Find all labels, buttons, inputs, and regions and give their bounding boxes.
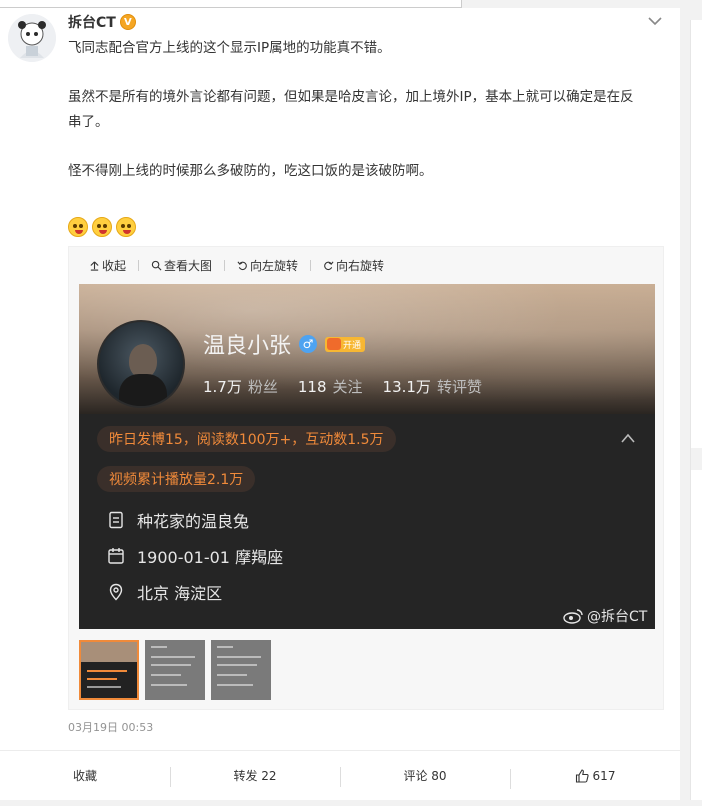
view-large-label: 查看大图 [164, 259, 213, 273]
profile-name: 温良小张 [203, 334, 292, 359]
like-count: 617 [592, 768, 616, 783]
screenshot-image[interactable]: 温良小张 ♂ 开通 1.7万 粉丝 118 关注 13.1万 转评赞 昨日发博15，阅… [79, 284, 655, 629]
thumbnail-strip [79, 640, 271, 700]
thumbnail[interactable] [211, 640, 271, 700]
info-location: 北京 海淀区 [107, 580, 222, 604]
collapse-icon [90, 261, 99, 271]
video-plays-pill: 视频累计播放量2.1万 [97, 466, 256, 492]
stat-following: 118 关注 [298, 376, 363, 397]
post-line: 飞同志配合官方上线的这个显示IP属地的功能真不错。 [68, 40, 391, 56]
post-line: 怪不得刚上线的时候那么多破防的，吃这口饭的是该破防啊。 [68, 162, 433, 179]
info-bio: 种花家的温良兔 [107, 508, 249, 532]
stat-followers: 1.7万 粉丝 [203, 376, 278, 397]
laughing-emoji-icon [92, 217, 112, 237]
post-timestamp[interactable]: 03月19日 00:53 [68, 719, 153, 735]
post-line: 虽然不是所有的境外言论都有问题，但如果是哈皮言论，加上境外IP，基本上就可以确定… [68, 89, 634, 105]
stat-num: 1.7万 [203, 378, 242, 396]
post-text: 飞同志配合官方上线的这个显示IP属地的功能真不错。 虽然不是所有的境外言论都有问… [68, 36, 668, 183]
author-name[interactable]: 拆台CT [68, 12, 116, 32]
profile-stats: 1.7万 粉丝 118 关注 13.1万 转评赞 [203, 376, 482, 397]
info-birthday: 1900-01-01 摩羯座 [107, 544, 283, 568]
toolbar-divider [224, 260, 226, 271]
comment-button[interactable]: 评论 80 [340, 767, 510, 787]
action-bar: 收藏 转发 22 评论 80 617 [0, 750, 680, 800]
view-large-button[interactable]: 查看大图 [151, 257, 212, 274]
location-pin-icon [109, 583, 123, 601]
comment-label: 评论 80 [403, 769, 447, 783]
stat-label: 粉丝 [247, 378, 278, 396]
repost-label: 转发 22 [233, 769, 277, 783]
favorite-button[interactable]: 收藏 [0, 767, 170, 784]
stat-num: 13.1万 [382, 378, 431, 396]
author-avatar[interactable] [8, 14, 56, 62]
rotate-right-label: 向右旋转 [336, 259, 385, 273]
stat-num: 118 [297, 378, 327, 396]
emoji-row [68, 217, 136, 237]
author-name-row: 拆台CT V [68, 12, 136, 32]
media-toolbar: 收起 查看大图 向左旋转 向右旋转 [89, 257, 384, 274]
rotate-right-icon [324, 261, 334, 271]
right-column-separator [691, 448, 702, 470]
collapse-button[interactable]: 收起 [89, 257, 126, 274]
toolbar-divider [310, 260, 312, 271]
favorite-label: 收藏 [72, 769, 97, 783]
thumbnail[interactable] [145, 640, 205, 700]
right-column [690, 20, 702, 800]
chevron-up-icon [621, 433, 635, 443]
top-bar [0, 0, 462, 8]
profile-avatar [97, 320, 185, 408]
rotate-left-label: 向左旋转 [250, 259, 299, 273]
thumbs-up-icon [575, 768, 589, 783]
weibo-logo-icon [563, 609, 583, 624]
like-button[interactable]: 617 [510, 768, 680, 789]
laughing-emoji-icon [116, 217, 136, 237]
rotate-left-icon [237, 261, 247, 271]
info-text: 1900-01-01 摩羯座 [137, 548, 284, 567]
document-icon [109, 511, 123, 529]
collapse-label: 收起 [102, 259, 127, 273]
chevron-down-icon[interactable] [646, 14, 664, 28]
profile-name-row: 温良小张 ♂ 开通 [203, 328, 366, 360]
search-icon [151, 260, 162, 271]
rotate-right-button[interactable]: 向右旋转 [323, 257, 384, 274]
stat-label: 转评赞 [436, 378, 482, 396]
info-text: 种花家的温良兔 [137, 512, 250, 531]
vip-label: 开通 [343, 340, 362, 351]
info-text: 北京 海淀区 [137, 584, 223, 603]
thumbnail[interactable] [79, 640, 139, 700]
post-line: 串了。 [68, 113, 109, 130]
verified-badge-icon: V [119, 14, 136, 30]
yesterday-stats-pill: 昨日发博15，阅读数100万+，互动数1.5万 [97, 426, 396, 452]
male-gender-icon: ♂ [299, 335, 318, 353]
vip-badge: 开通 [325, 336, 366, 352]
watermark-text: @拆台CT [587, 609, 648, 625]
stat-label: 关注 [332, 378, 363, 396]
toolbar-divider [138, 260, 140, 271]
repost-button[interactable]: 转发 22 [170, 767, 340, 787]
crown-icon [327, 338, 342, 350]
media-viewer: 收起 查看大图 向左旋转 向右旋转 温良小张 ♂ 开通 1.7万 粉丝 118 … [68, 246, 664, 710]
laughing-emoji-icon [68, 217, 88, 237]
rotate-left-button[interactable]: 向左旋转 [237, 257, 298, 274]
stat-engagement: 13.1万 转评赞 [383, 376, 482, 397]
weibo-post-card: 拆台CT V 飞同志配合官方上线的这个显示IP属地的功能真不错。 虽然不是所有的… [0, 8, 680, 800]
weibo-watermark: @拆台CT [563, 606, 647, 626]
calendar-icon [108, 548, 124, 564]
